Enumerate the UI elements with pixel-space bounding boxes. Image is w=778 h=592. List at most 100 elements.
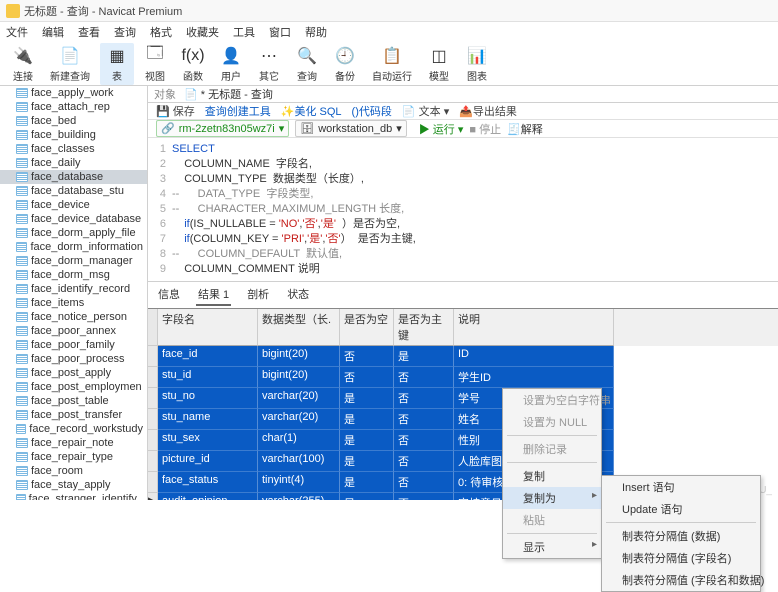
table-tree[interactable]: face_apply_workface_attach_repface_bedfa… <box>0 86 148 500</box>
editor-tabs[interactable]: 对象 📄 * 无标题 - 查询 <box>148 86 778 103</box>
cm-paste[interactable]: 粘贴 <box>503 509 601 531</box>
tree-item[interactable]: face_attach_rep <box>0 100 147 114</box>
tree-item[interactable]: face_notice_person <box>0 310 147 324</box>
tree-item[interactable]: face_repair_note <box>0 436 147 450</box>
tree-item[interactable]: face_apply_work <box>0 86 147 100</box>
sm-tab-both[interactable]: 制表符分隔值 (字段名和数据) <box>602 569 760 591</box>
col-header[interactable]: 字段名 <box>158 309 258 346</box>
tree-item[interactable]: face_classes <box>0 142 147 156</box>
grid-row[interactable]: stu_namevarchar(20)是否姓名 <box>148 409 778 430</box>
tree-item[interactable]: face_dorm_msg <box>0 268 147 282</box>
col-header[interactable]: 是否为空 <box>340 309 394 346</box>
tree-item[interactable]: face_post_apply <box>0 366 147 380</box>
col-header[interactable]: 是否为主键 <box>394 309 454 346</box>
stop-button[interactable]: ■ 停止 <box>469 121 501 137</box>
tree-item[interactable]: face_identify_record <box>0 282 147 296</box>
context-menu[interactable]: 设置为空白字符串 设置为 NULL 删除记录 复制 复制为 粘贴 显示 Inse… <box>502 388 602 559</box>
cm-set-null[interactable]: 设置为 NULL <box>503 411 601 433</box>
database-select[interactable]: 🗄 workstation_db ▾ <box>295 120 407 137</box>
tree-item[interactable]: face_daily <box>0 156 147 170</box>
cm-display[interactable]: 显示 <box>503 536 601 558</box>
run-button[interactable]: ▶ 运行 ▾ <box>419 121 464 137</box>
result-grid[interactable]: 字段名数据类型（长.是否为空是否为主键说明face_idbigint(20)否是… <box>148 308 778 500</box>
connection-bar[interactable]: 🔗 rm-2zetn83n05wz7i ▾ 🗄 workstation_db ▾… <box>148 120 778 138</box>
menu-item[interactable]: 编辑 <box>42 24 64 40</box>
tool-图表[interactable]: 📊图表 <box>460 43 494 85</box>
tool-模型[interactable]: ◫模型 <box>422 43 456 85</box>
tree-item[interactable]: face_room <box>0 464 147 478</box>
tool-视图[interactable]: 🗔视图 <box>138 43 172 85</box>
tree-item[interactable]: face_poor_family <box>0 338 147 352</box>
server-select[interactable]: 🔗 rm-2zetn83n05wz7i ▾ <box>156 120 289 137</box>
tree-item[interactable]: face_building <box>0 128 147 142</box>
cm-delete-record[interactable]: 删除记录 <box>503 438 601 460</box>
snippet-link[interactable]: ()代码段 <box>352 103 392 119</box>
tree-item[interactable]: face_poor_annex <box>0 324 147 338</box>
tab-status[interactable]: 状态 <box>285 284 311 306</box>
tool-表[interactable]: ▦表 <box>100 43 134 85</box>
sm-insert[interactable]: Insert 语句 <box>602 476 760 498</box>
tab-profile[interactable]: 剖析 <box>245 284 271 306</box>
export-results[interactable]: 📤导出结果 <box>459 103 517 119</box>
menubar[interactable]: 文件编辑查看查询格式收藏夹工具窗口帮助 <box>0 22 778 42</box>
sql-editor[interactable]: 1SELECT2 COLUMN_NAME 字段名,3 COLUMN_TYPE 数… <box>148 138 778 281</box>
menu-item[interactable]: 收藏夹 <box>186 24 219 40</box>
tree-item[interactable]: face_post_employmen <box>0 380 147 394</box>
beautify-sql-link[interactable]: ✨美化 SQL <box>281 103 342 119</box>
tree-item[interactable]: face_bed <box>0 114 147 128</box>
tool-备份[interactable]: 🕘备份 <box>328 43 362 85</box>
tab-info[interactable]: 信息 <box>156 284 182 306</box>
menu-item[interactable]: 查看 <box>78 24 100 40</box>
tree-item[interactable]: face_stranger_identify_ <box>0 492 147 500</box>
menu-item[interactable]: 查询 <box>114 24 136 40</box>
tree-item[interactable]: face_dorm_apply_file <box>0 226 147 240</box>
query-toolbar[interactable]: 💾 保存 查询创建工具 ✨美化 SQL ()代码段 📄 文本 ▾ 📤导出结果 <box>148 103 778 120</box>
grid-row[interactable]: picture_idvarchar(100)是否人脸库图片ID <box>148 451 778 472</box>
tree-item[interactable]: face_dorm_manager <box>0 254 147 268</box>
tree-item[interactable]: face_record_workstudy <box>0 422 147 436</box>
tree-item[interactable]: face_poor_process <box>0 352 147 366</box>
result-tabs[interactable]: 信息 结果 1 剖析 状态 <box>148 281 778 308</box>
tree-item[interactable]: face_stay_apply <box>0 478 147 492</box>
copy-as-submenu[interactable]: Insert 语句 Update 语句 制表符分隔值 (数据) 制表符分隔值 (… <box>601 475 761 592</box>
tree-item[interactable]: face_device_database <box>0 212 147 226</box>
tree-item[interactable]: face_database_stu <box>0 184 147 198</box>
col-header[interactable]: 说明 <box>454 309 614 346</box>
tool-函数[interactable]: f(x)函数 <box>176 43 210 85</box>
text-mode[interactable]: 📄 文本 ▾ <box>402 103 449 119</box>
tool-其它[interactable]: ⋯其它 <box>252 43 286 85</box>
grid-row[interactable]: stu_idbigint(20)否否学生ID <box>148 367 778 388</box>
grid-row[interactable]: stu_novarchar(20)是否学号 <box>148 388 778 409</box>
menu-item[interactable]: 文件 <box>6 24 28 40</box>
col-header[interactable]: 数据类型（长. <box>258 309 340 346</box>
menu-item[interactable]: 工具 <box>233 24 255 40</box>
tool-新建查询[interactable]: 📄新建查询 <box>44 43 96 85</box>
tree-item[interactable]: face_items <box>0 296 147 310</box>
sm-tab-data[interactable]: 制表符分隔值 (数据) <box>602 525 760 547</box>
object-tab[interactable]: 对象 <box>154 86 176 102</box>
save-button[interactable]: 💾 保存 <box>156 103 195 119</box>
tree-item[interactable]: face_post_table <box>0 394 147 408</box>
explain-button[interactable]: 🧾解释 <box>507 121 543 137</box>
grid-row[interactable]: face_idbigint(20)否是ID <box>148 346 778 367</box>
tree-item[interactable]: face_device <box>0 198 147 212</box>
sm-update[interactable]: Update 语句 <box>602 498 760 520</box>
tree-item[interactable]: face_dorm_information <box>0 240 147 254</box>
grid-row[interactable]: stu_sexchar(1)是否性别 <box>148 430 778 451</box>
menu-item[interactable]: 帮助 <box>305 24 327 40</box>
tree-item[interactable]: face_post_transfer <box>0 408 147 422</box>
tree-item[interactable]: face_database <box>0 170 147 184</box>
sm-tab-field[interactable]: 制表符分隔值 (字段名) <box>602 547 760 569</box>
tool-查询[interactable]: 🔍查询 <box>290 43 324 85</box>
cm-set-blank[interactable]: 设置为空白字符串 <box>503 389 601 411</box>
tool-用户[interactable]: 👤用户 <box>214 43 248 85</box>
menu-item[interactable]: 窗口 <box>269 24 291 40</box>
tree-item[interactable]: face_repair_type <box>0 450 147 464</box>
query-builder-link[interactable]: 查询创建工具 <box>205 103 271 119</box>
cm-copy-as[interactable]: 复制为 <box>503 487 601 509</box>
menu-item[interactable]: 格式 <box>150 24 172 40</box>
cm-copy[interactable]: 复制 <box>503 465 601 487</box>
tool-连接[interactable]: 🔌连接 <box>6 43 40 85</box>
tool-自动运行[interactable]: 📋自动运行 <box>366 43 418 85</box>
tab-result[interactable]: 结果 1 <box>196 284 231 306</box>
